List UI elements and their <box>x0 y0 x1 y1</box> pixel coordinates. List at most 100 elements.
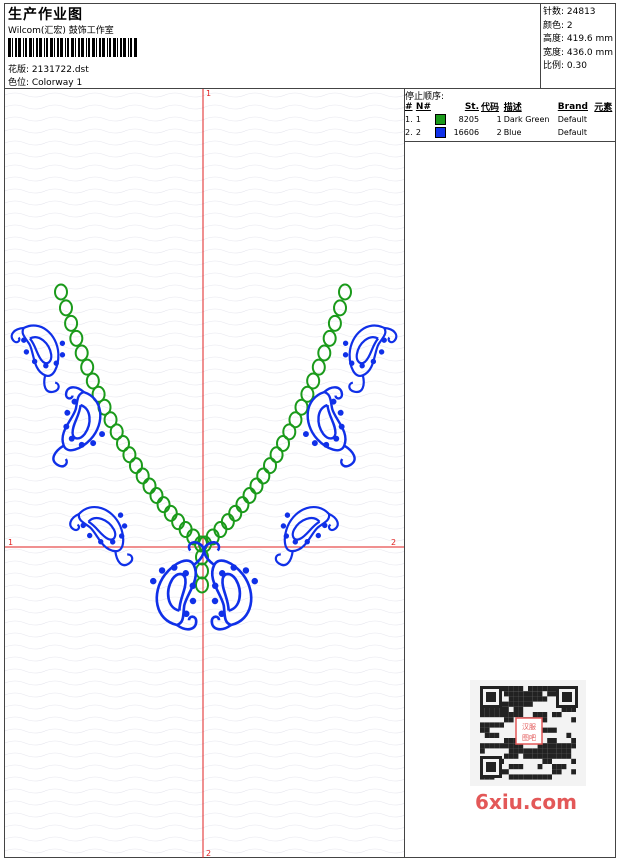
watermark-text: 6xiu.com <box>475 790 577 814</box>
qr-cell <box>513 691 519 697</box>
barcode-bar <box>102 38 105 57</box>
qr-cell <box>532 748 538 754</box>
paisley-dot <box>59 352 66 358</box>
qr-cell <box>542 758 548 764</box>
qr-cell <box>518 686 524 692</box>
row-stitches: 8205 <box>458 115 480 124</box>
qr-cell <box>528 774 533 780</box>
qr-cell <box>542 774 548 780</box>
design-width: 宽度: 436.0 mm <box>543 47 614 58</box>
qr-cell <box>547 753 552 759</box>
paisley-dot <box>189 597 197 605</box>
qr-cell <box>561 748 567 754</box>
stops-bottom-line <box>404 141 616 142</box>
qr-cell <box>547 743 552 749</box>
qr-cell <box>508 696 514 702</box>
qr-cell <box>494 732 500 738</box>
qr-cell <box>504 753 509 759</box>
barcode-bar <box>54 38 55 57</box>
paisley-dot <box>359 363 365 369</box>
qr-cell <box>552 743 557 749</box>
qr-cell <box>523 696 528 702</box>
qr-cell <box>542 748 548 754</box>
qr-cell <box>508 712 514 718</box>
row-needle: 1 <box>415 115 421 124</box>
qr-cell <box>537 753 543 759</box>
col-code: 代码 <box>481 103 500 113</box>
paisley-dot <box>323 441 330 448</box>
paisley-dot <box>218 610 225 618</box>
axis-label-right: 2 <box>391 538 396 547</box>
qr-cell <box>528 686 533 692</box>
qr-cell <box>566 748 572 754</box>
col-brand: Brand <box>557 101 588 112</box>
qr-cell <box>523 748 528 754</box>
qr-cell <box>537 696 543 702</box>
paisley-dot <box>370 358 377 365</box>
paisley-dot <box>251 577 258 585</box>
qr-cell <box>489 722 495 728</box>
qr-code: 汉服 图吧 <box>470 680 586 786</box>
col-description: 描述 <box>503 103 522 113</box>
qr-cell <box>508 717 514 723</box>
design-specs: 针数: 24813 颜色: 2 高度: 419.6 mm 宽度: 436.0 m… <box>543 6 613 74</box>
barcode-bar <box>71 38 74 57</box>
paisley-dot <box>53 360 59 366</box>
barcode-bar <box>60 38 63 57</box>
studio-name: Wilcom(汇宏) 鼓饰工作室 <box>8 26 114 36</box>
qr-cell <box>556 769 562 775</box>
paisley-dot <box>242 567 250 574</box>
barcode-bar <box>109 38 111 57</box>
barcode-bar <box>107 38 108 57</box>
qr-cell <box>547 758 552 764</box>
paisley-dot <box>23 349 30 355</box>
qr-cell <box>518 706 524 712</box>
qr-cell <box>513 706 519 712</box>
qr-cell <box>489 712 495 718</box>
color-count: 颜色: 2 <box>543 20 573 31</box>
qr-cell <box>504 717 509 723</box>
qr-cell <box>542 743 548 749</box>
qr-cell <box>508 743 514 749</box>
qr-cell <box>547 748 552 754</box>
barcode-bar <box>8 38 11 57</box>
paisley-dot <box>342 352 349 358</box>
page-title: 生产作业图 <box>8 7 83 23</box>
barcode-bar <box>96 38 97 57</box>
paisley-dot <box>284 512 291 518</box>
barcode <box>8 38 137 57</box>
paisley-dot <box>90 440 97 447</box>
barcode-bar <box>128 38 129 57</box>
qr-cell <box>571 769 576 775</box>
row-needle: 2 <box>415 128 421 137</box>
qr-cell <box>552 753 557 759</box>
qr-cell <box>542 686 548 692</box>
qr-cell <box>523 701 528 707</box>
qr-cell <box>571 717 576 723</box>
qr-cell <box>504 701 509 707</box>
qr-cell <box>480 727 485 733</box>
row-code: 2 <box>496 128 502 137</box>
color-swatch <box>435 127 447 138</box>
barcode-bar <box>15 38 17 57</box>
col-index: # <box>405 101 413 112</box>
paisley-dot <box>59 340 66 346</box>
qr-cell <box>513 774 519 780</box>
row-index: 1. <box>405 115 413 124</box>
qr-cell <box>480 748 485 754</box>
barcode-bar <box>46 38 48 57</box>
qr-cell <box>504 686 509 692</box>
axis-label-left: 1 <box>8 538 13 547</box>
design-scale: 比例: 0.30 <box>543 61 587 72</box>
qr-cell <box>508 738 514 744</box>
qr-cell <box>528 748 533 754</box>
col-element: 元素 <box>594 103 613 113</box>
qr-cell <box>547 686 552 692</box>
qr-cell <box>508 753 514 759</box>
qr-cell <box>484 727 490 733</box>
qr-cell <box>566 753 572 759</box>
barcode-bar <box>130 38 132 57</box>
qr-cell <box>494 722 500 728</box>
row-description: Blue <box>503 128 522 137</box>
paisley-dot <box>171 564 178 571</box>
